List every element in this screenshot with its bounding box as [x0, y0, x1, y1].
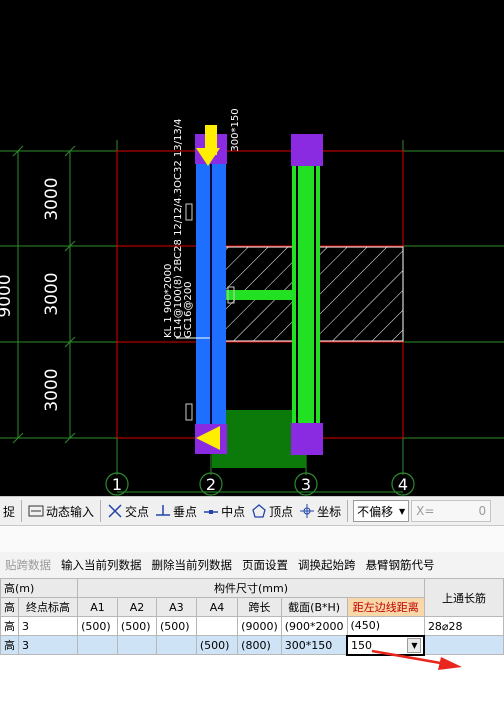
table-cell[interactable]: (500) [116, 616, 158, 636]
table-cell[interactable]: (500) [156, 616, 197, 636]
table-cell[interactable]: (500) [77, 616, 118, 636]
page-setup-button[interactable]: 页面设置 [237, 557, 293, 573]
table-cell[interactable] [195, 616, 239, 636]
annotation-line-3: GC16@200 [183, 281, 194, 338]
midpoint-snap-button[interactable]: 中点 [200, 499, 248, 523]
vertex-snap-button[interactable]: 顶点 [248, 499, 296, 523]
coordinate-icon [299, 503, 315, 519]
dimension-span-3: 3000 [42, 368, 62, 411]
panel-gap [0, 526, 504, 552]
dimension-total: 9000 [0, 274, 15, 317]
table-cell[interactable]: (900*2000 [280, 616, 348, 636]
col-header-section: 截面(B*H) [280, 597, 348, 617]
top-long-rebar-header: 上通长筋 [423, 578, 504, 617]
snap-toolbar: 捉 动态输入 交点 垂点 中点 顶点 坐标 不偏移 ▼ X= 0 [0, 496, 504, 526]
axis-label-2: 2 [206, 475, 216, 494]
axis-label-4: 4 [398, 475, 408, 494]
paste-span-data-button[interactable]: 贴跨数据 [0, 557, 56, 573]
dimension-top: 300*150 [230, 108, 241, 151]
col-header-a1: A1 [77, 597, 118, 617]
axis-label-1: 1 [112, 475, 122, 494]
toolbar-divider [347, 500, 349, 522]
table-cell[interactable]: 高 [0, 616, 19, 636]
col-header-span-length: 跨长 [237, 597, 282, 617]
perpendicular-icon [155, 503, 171, 519]
table-row-selected[interactable]: 高 3 (500) (800) 300*150 150 ▼ [0, 634, 504, 656]
connecting-beam[interactable] [226, 290, 294, 300]
table-cell[interactable]: (9000) [237, 616, 282, 636]
input-current-column-button[interactable]: 输入当前列数据 [56, 557, 147, 573]
table-cell[interactable] [116, 635, 158, 655]
offset-select[interactable]: 不偏移 ▼ [353, 500, 410, 522]
dimension-span-2: 3000 [42, 272, 62, 315]
span-data-grid: 高(m) 构件尺寸(mm) 上通长筋 高 终点标高 A1 A2 A3 A4 跨长… [0, 578, 504, 656]
table-cell[interactable]: (500) [195, 635, 239, 655]
delete-current-column-button[interactable]: 删除当前列数据 [147, 557, 238, 573]
table-cell[interactable]: 高 [0, 635, 19, 655]
elevation-group-header: 高(m) [0, 578, 79, 598]
col-header-end-elevation: 终点标高 [17, 597, 79, 617]
midpoint-icon [203, 503, 219, 519]
table-row[interactable]: 高 3 (500) (500) (500) (9000) (900*2000 (… [0, 616, 504, 636]
table-cell[interactable]: 300*150 [280, 635, 348, 655]
size-group-header: 构件尺寸(mm) [77, 578, 425, 598]
cantilever-rebar-code-button[interactable]: 悬臂钢筋代号 [361, 557, 440, 573]
toolbar-divider [100, 500, 102, 522]
vertex-icon [251, 503, 267, 519]
table-cell[interactable]: 3 [17, 635, 79, 655]
col-header-a4: A4 [195, 597, 239, 617]
col-header: 高 [0, 597, 19, 617]
table-cell[interactable]: 28⌀28 [423, 616, 504, 636]
intersection-snap-button[interactable]: 交点 [104, 499, 152, 523]
dynamic-input-icon [28, 503, 44, 519]
intersection-icon [107, 503, 123, 519]
cut-button[interactable]: 捉 [0, 499, 18, 523]
toolbar-divider [21, 500, 23, 522]
left-edge-distance-editor[interactable]: 150 ▼ [346, 634, 426, 656]
table-cell[interactable] [423, 635, 504, 655]
perpendicular-snap-button[interactable]: 垂点 [152, 499, 200, 523]
table-cell[interactable] [156, 635, 197, 655]
chevron-down-icon[interactable]: ▼ [407, 637, 422, 653]
table-toolbar: 贴跨数据 输入当前列数据 删除当前列数据 页面设置 调换起始跨 悬臂钢筋代号 [0, 552, 504, 578]
swap-start-span-button[interactable]: 调换起始跨 [293, 557, 361, 573]
cad-drawing-canvas[interactable]: 1 2 3 4 9000 3000 3000 3000 300*150 KL 1… [0, 0, 504, 496]
green-column[interactable] [291, 134, 323, 455]
col-header-a3: A3 [156, 597, 197, 617]
left-edge-distance-value[interactable]: 150 [351, 639, 372, 652]
dynamic-input-button[interactable]: 动态输入 [25, 499, 97, 523]
col-header-left-edge-distance: 距左边线距离 [346, 597, 425, 617]
x-coordinate-input[interactable]: X= 0 [411, 500, 492, 522]
table-cell[interactable]: (450) [346, 616, 425, 636]
chevron-down-icon: ▼ [398, 506, 406, 516]
table-cell[interactable] [77, 635, 118, 655]
col-header-a2: A2 [116, 597, 158, 617]
table-cell[interactable]: (800) [237, 635, 282, 655]
coordinate-snap-button[interactable]: 坐标 [296, 499, 344, 523]
axis-label-3: 3 [301, 475, 311, 494]
table-cell[interactable]: 3 [17, 616, 79, 636]
dimension-span-1: 3000 [42, 177, 62, 220]
